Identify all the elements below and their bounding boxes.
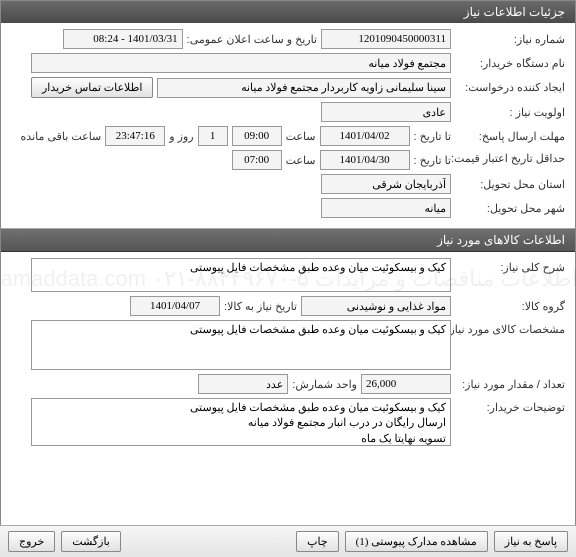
need-date-label: تاریخ نیاز به کالا: bbox=[224, 300, 297, 313]
announce-input bbox=[63, 29, 183, 49]
desc-label: شرح کلی نیاز: bbox=[455, 258, 565, 274]
buyer-input bbox=[31, 53, 451, 73]
days-and-label: روز و bbox=[169, 130, 193, 143]
requester-input bbox=[157, 78, 451, 98]
time-label-2: ساعت bbox=[286, 154, 316, 167]
goods-section-header: اطلاعات کالاهای مورد نیاز bbox=[1, 228, 575, 252]
unit-label: واحد شمارش: bbox=[292, 378, 357, 391]
spec-textarea bbox=[31, 320, 451, 370]
unit-input bbox=[198, 374, 288, 394]
requester-label: ایجاد کننده درخواست: bbox=[455, 81, 565, 94]
city-input bbox=[321, 198, 451, 218]
priority-label: اولویت نیاز : bbox=[455, 106, 565, 119]
qty-label: تعداد / مقدار مورد نیاز: bbox=[455, 378, 565, 391]
city-label: شهر محل تحویل: bbox=[455, 202, 565, 215]
remaining-label: ساعت باقی مانده bbox=[21, 130, 102, 143]
to-date-label-2: تا تاریخ : bbox=[414, 154, 451, 167]
reply-date-input bbox=[320, 126, 410, 146]
group-label: گروه کالا: bbox=[455, 300, 565, 313]
buyer-notes-textarea bbox=[31, 398, 451, 446]
time-label-1: ساعت bbox=[286, 130, 316, 143]
back-button[interactable]: بازگشت bbox=[61, 531, 121, 552]
days-remaining-input bbox=[198, 126, 228, 146]
reply-time-input bbox=[232, 126, 282, 146]
need-details-section: شماره نیاز: تاریخ و ساعت اعلان عمومی: نا… bbox=[1, 23, 575, 228]
print-button[interactable]: چاپ bbox=[296, 531, 339, 552]
qty-input bbox=[361, 374, 451, 394]
need-no-input bbox=[321, 29, 451, 49]
footer: پاسخ به نیاز مشاهده مدارک پیوستی (1) چاپ… bbox=[0, 525, 576, 557]
need-date-input bbox=[130, 296, 220, 316]
spec-label: مشخصات کالای مورد نیاز: bbox=[455, 320, 565, 336]
price-validity-label: حداقل تاریخ اعتبار قیمت: bbox=[455, 153, 565, 166]
buyer-label: نام دستگاه خریدار: bbox=[455, 57, 565, 70]
view-attachments-button[interactable]: مشاهده مدارک پیوستی (1) bbox=[345, 531, 488, 552]
need-no-label: شماره نیاز: bbox=[455, 33, 565, 46]
reply-deadline-label: مهلت ارسال پاسخ: bbox=[455, 130, 565, 143]
announce-label: تاریخ و ساعت اعلان عمومی: bbox=[187, 33, 317, 46]
exit-button[interactable]: خروج bbox=[8, 531, 55, 552]
reply-need-button[interactable]: پاسخ به نیاز bbox=[494, 531, 568, 552]
goods-section: شرح کلی نیاز: گروه کالا: تاریخ نیاز به ک… bbox=[1, 252, 575, 456]
price-date-input bbox=[320, 150, 410, 170]
to-date-label: تا تاریخ : bbox=[414, 130, 451, 143]
province-label: استان محل تحویل: bbox=[455, 178, 565, 191]
buyer-notes-label: توضیحات خریدار: bbox=[455, 398, 565, 414]
contact-buyer-button[interactable]: اطلاعات تماس خریدار bbox=[31, 77, 153, 98]
time-remaining-input bbox=[105, 126, 165, 146]
province-input bbox=[321, 174, 451, 194]
group-input bbox=[301, 296, 451, 316]
window-title: جزئیات اطلاعات نیاز bbox=[1, 1, 575, 23]
price-time-input bbox=[232, 150, 282, 170]
priority-input bbox=[321, 102, 451, 122]
desc-textarea bbox=[31, 258, 451, 292]
window: جزئیات اطلاعات نیاز شماره نیاز: تاریخ و … bbox=[0, 0, 576, 557]
